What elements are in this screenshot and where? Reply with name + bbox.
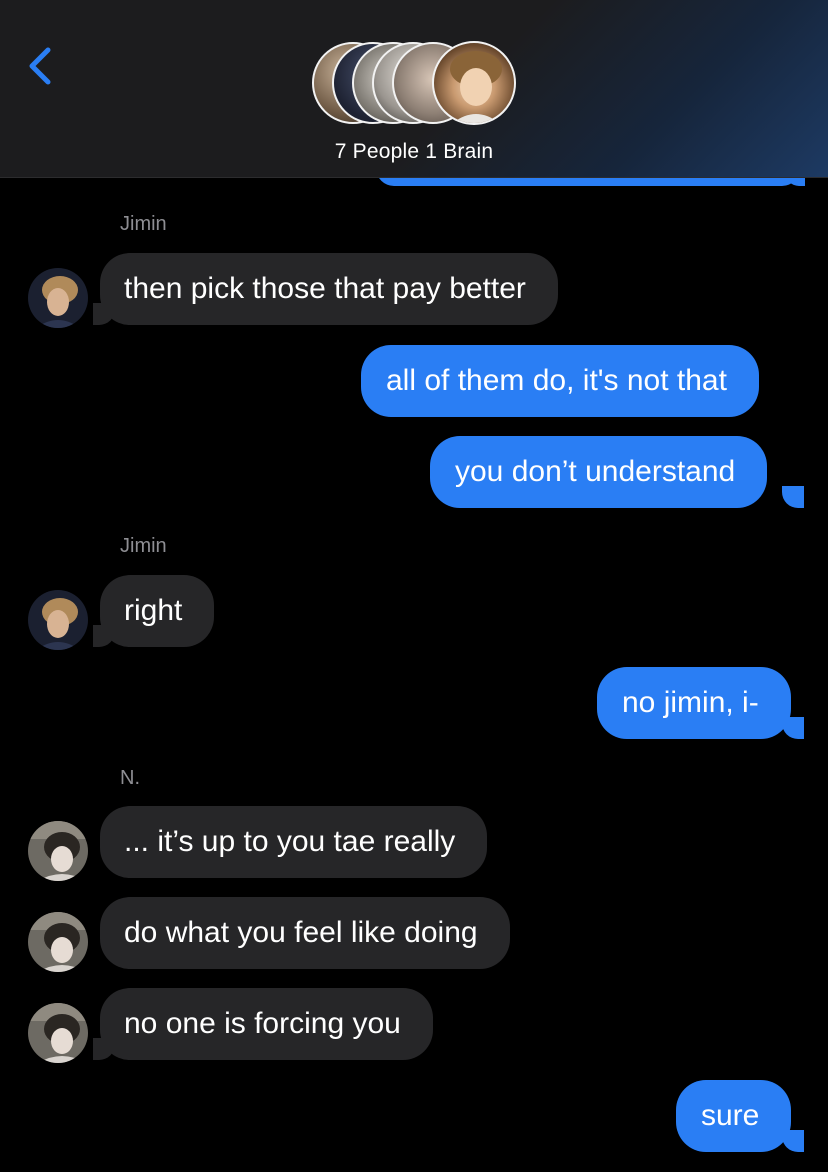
incoming-message[interactable]: then pick those that pay better [100,253,558,325]
bubble-tail [782,717,804,739]
contact-avatar[interactable] [28,821,88,881]
avatar-photo-icon [28,268,88,328]
avatar-photo-icon [28,912,88,972]
contact-avatar[interactable] [28,1003,88,1063]
back-chevron-icon[interactable] [24,44,60,88]
chat-header: 7 People 1 Brain [0,0,828,178]
outgoing-message[interactable]: you don’t understand [430,436,768,508]
sender-name: Jimin [120,535,167,557]
group-name[interactable]: 7 People 1 Brain [0,140,828,164]
contact-avatar[interactable] [28,912,88,972]
bubble-tail [782,486,804,508]
member-avatar [432,41,516,125]
incoming-message[interactable]: ... it’s up to you tae really [100,806,488,878]
outgoing-message[interactable]: sure [676,1080,792,1152]
incoming-message[interactable]: no one is forcing you [100,988,433,1060]
bubble-tail [93,625,115,647]
bubble-tail [93,1038,115,1060]
member-face-icon [450,51,502,123]
group-avatars[interactable] [312,41,522,128]
avatar-photo-icon [28,1003,88,1063]
contact-avatar[interactable] [28,590,88,650]
bubble-tail [93,303,115,325]
sender-name: N. [120,767,140,789]
contact-avatar[interactable] [28,268,88,328]
bubble-tail [782,1130,804,1152]
avatar-photo-icon [28,821,88,881]
incoming-message[interactable]: do what you feel like doing [100,897,510,969]
sender-name: Jimin [120,213,167,235]
outgoing-message[interactable]: no jimin, i- [597,667,791,739]
avatar-photo-icon [28,590,88,650]
incoming-message[interactable]: right [100,575,215,647]
outgoing-message[interactable]: all of them do, it's not that [361,345,759,417]
